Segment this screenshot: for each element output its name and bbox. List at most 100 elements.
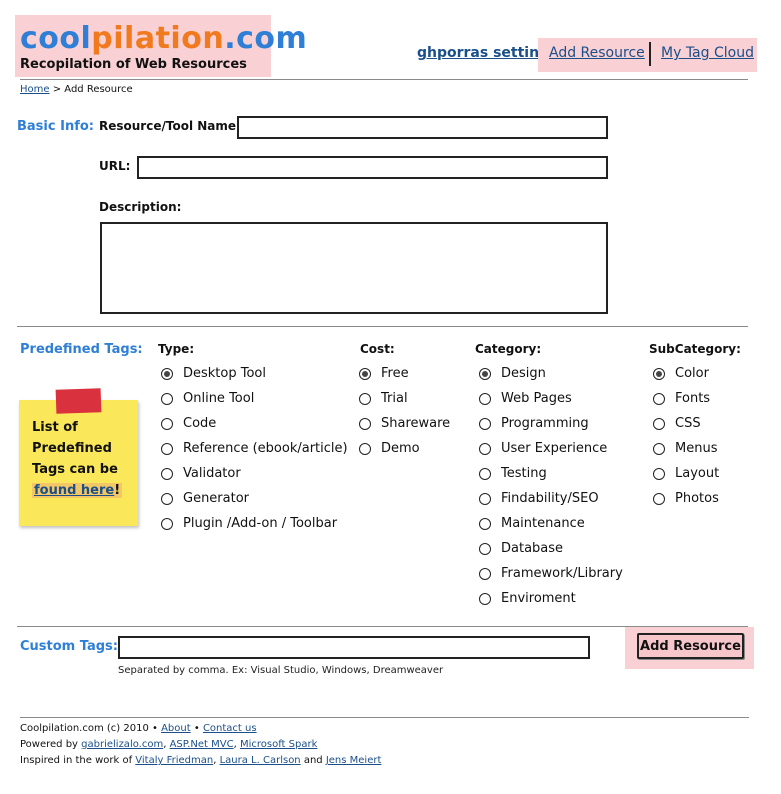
radio-button[interactable] xyxy=(653,417,665,430)
radio-button[interactable] xyxy=(161,442,173,455)
header-divider xyxy=(20,79,748,80)
nav-add-resource-link[interactable]: Add Resource xyxy=(549,45,645,61)
radio-button[interactable] xyxy=(653,492,665,505)
radio-button[interactable] xyxy=(479,417,491,430)
radio-button[interactable] xyxy=(161,367,173,380)
type-option[interactable]: Code xyxy=(161,416,216,431)
radio-button[interactable] xyxy=(479,592,491,605)
radio-button[interactable] xyxy=(653,392,665,405)
basic-info-label: Basic Info: xyxy=(17,119,94,134)
powered-by-text: Powered by xyxy=(20,739,82,750)
user-settings-link[interactable]: ghporras settings xyxy=(417,45,557,61)
jens-meiert-link[interactable]: Jens Meiert xyxy=(326,755,382,766)
radio-button[interactable] xyxy=(479,367,491,380)
radio-button[interactable] xyxy=(161,417,173,430)
resource-name-input[interactable] xyxy=(237,116,608,139)
type-column-title: Type: xyxy=(158,342,195,356)
radio-button[interactable] xyxy=(359,442,371,455)
type-option[interactable]: Reference (ebook/article) xyxy=(161,441,348,456)
category-option[interactable]: Design xyxy=(479,366,546,381)
cost-option[interactable]: Demo xyxy=(359,441,420,456)
subcategory-option[interactable]: CSS xyxy=(653,416,701,431)
radio-button[interactable] xyxy=(479,542,491,555)
subcategory-option[interactable]: Color xyxy=(653,366,709,381)
radio-button[interactable] xyxy=(653,467,665,480)
option-label: Desktop Tool xyxy=(183,366,266,381)
category-option[interactable]: Findability/SEO xyxy=(479,491,599,506)
nav-tag-cloud-link[interactable]: My Tag Cloud xyxy=(661,45,754,61)
contact-link[interactable]: Contact us xyxy=(203,723,257,734)
radio-button[interactable] xyxy=(359,417,371,430)
category-option[interactable]: Framework/Library xyxy=(479,566,623,581)
breadcrumb: Home > Add Resource xyxy=(20,84,133,95)
type-option[interactable]: Validator xyxy=(161,466,241,481)
type-option[interactable]: Plugin /Add-on / Toolbar xyxy=(161,516,337,531)
option-label: Menus xyxy=(675,441,718,456)
gabrielizalo-link[interactable]: gabrielizalo.com xyxy=(81,739,163,750)
logo-text-com: .com xyxy=(224,21,308,56)
url-input[interactable] xyxy=(137,156,608,179)
option-label: Maintenance xyxy=(501,516,585,531)
option-label: Reference (ebook/article) xyxy=(183,441,348,456)
radio-button[interactable] xyxy=(161,392,173,405)
option-label: Validator xyxy=(183,466,241,481)
radio-button[interactable] xyxy=(479,392,491,405)
aspnet-mvc-link[interactable]: ASP.Net MVC xyxy=(170,739,234,750)
radio-button[interactable] xyxy=(479,467,491,480)
type-option[interactable]: Desktop Tool xyxy=(161,366,266,381)
about-link[interactable]: About xyxy=(161,723,191,734)
sticky-note-tape xyxy=(55,388,102,414)
radio-button[interactable] xyxy=(161,517,173,530)
cost-option[interactable]: Free xyxy=(359,366,409,381)
radio-button[interactable] xyxy=(359,392,371,405)
category-option[interactable]: Programming xyxy=(479,416,589,431)
subcategory-option[interactable]: Fonts xyxy=(653,391,710,406)
radio-button[interactable] xyxy=(479,492,491,505)
subcategory-column-title: SubCategory: xyxy=(649,342,741,356)
subcategory-option[interactable]: Photos xyxy=(653,491,719,506)
cost-option[interactable]: Shareware xyxy=(359,416,450,431)
radio-button[interactable] xyxy=(479,567,491,580)
radio-button[interactable] xyxy=(479,517,491,530)
option-label: Enviroment xyxy=(501,591,576,606)
option-label: User Experience xyxy=(501,441,608,456)
laura-carlson-link[interactable]: Laura L. Carlson xyxy=(220,755,301,766)
radio-button[interactable] xyxy=(161,492,173,505)
option-label: Layout xyxy=(675,466,720,481)
vitaly-friedman-link[interactable]: Vitaly Friedman xyxy=(135,755,213,766)
category-column-title: Category: xyxy=(475,342,542,356)
site-logo[interactable]: coolpilation.com xyxy=(20,22,307,56)
category-option[interactable]: Database xyxy=(479,541,563,556)
type-option[interactable]: Generator xyxy=(161,491,249,506)
option-label: Code xyxy=(183,416,217,431)
add-resource-button[interactable]: Add Resource xyxy=(637,633,744,659)
category-option[interactable]: Enviroment xyxy=(479,591,576,606)
radio-button[interactable] xyxy=(359,367,371,380)
type-option[interactable]: Online Tool xyxy=(161,391,254,406)
radio-button[interactable] xyxy=(479,442,491,455)
basic-info-divider xyxy=(17,326,748,327)
copyright-text: Coolpilation.com (c) 2010 xyxy=(20,723,149,734)
microsoft-spark-link[interactable]: Microsoft Spark xyxy=(240,739,317,750)
breadcrumb-home-link[interactable]: Home xyxy=(20,84,50,95)
subcategory-option[interactable]: Menus xyxy=(653,441,717,456)
option-label: Free xyxy=(381,366,409,381)
option-label: Color xyxy=(675,366,709,381)
radio-button[interactable] xyxy=(653,442,665,455)
cost-option[interactable]: Trial xyxy=(359,391,408,406)
option-label: CSS xyxy=(675,416,701,431)
inspired-by-text: Inspired in the work of xyxy=(20,755,136,766)
option-label: Design xyxy=(501,366,546,381)
description-textarea[interactable] xyxy=(100,222,608,314)
category-option[interactable]: Maintenance xyxy=(479,516,585,531)
category-option[interactable]: Web Pages xyxy=(479,391,572,406)
found-here-link[interactable]: found here xyxy=(34,483,114,498)
cost-column-title: Cost: xyxy=(360,342,395,356)
custom-tags-input[interactable] xyxy=(118,636,590,659)
category-option[interactable]: User Experience xyxy=(479,441,607,456)
radio-button[interactable] xyxy=(161,467,173,480)
radio-button[interactable] xyxy=(653,367,665,380)
footer-divider xyxy=(20,717,749,718)
category-option[interactable]: Testing xyxy=(479,466,547,481)
subcategory-option[interactable]: Layout xyxy=(653,466,719,481)
